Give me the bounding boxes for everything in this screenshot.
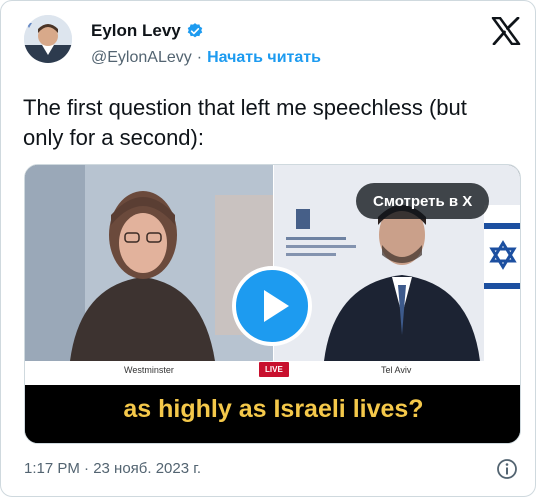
info-icon[interactable] [495,457,519,481]
verified-badge-icon [186,22,204,40]
tweet-card: Eylon Levy @EylonALevy · Начать читать T… [0,0,536,497]
live-badge: LIVE [259,362,289,377]
x-logo-icon[interactable] [490,16,522,46]
author-name[interactable]: Eylon Levy [91,21,181,41]
play-button[interactable] [232,266,312,346]
tweet-text: The first question that left me speechle… [23,95,467,150]
separator: · [196,49,203,66]
avatar[interactable] [24,15,72,63]
follow-button[interactable]: Начать читать [207,49,321,67]
video-player[interactable]: Westminster LIVE Tel Aviv as highly as I… [24,164,521,444]
left-location-label: Westminster [124,365,174,375]
tweet-timestamp[interactable]: 1:17 PM · 23 нояб. 2023 г. [24,460,201,477]
handle-row: @EylonALevy · Начать читать [91,49,321,67]
play-icon [236,290,308,346]
author-handle[interactable]: @EylonALevy [91,49,192,67]
video-caption: as highly as Israeli lives? [123,395,424,423]
author-name-row: Eylon Levy [91,21,204,41]
right-location-label: Tel Aviv [381,365,412,375]
watch-on-x-button[interactable]: Смотреть в X [356,183,490,219]
